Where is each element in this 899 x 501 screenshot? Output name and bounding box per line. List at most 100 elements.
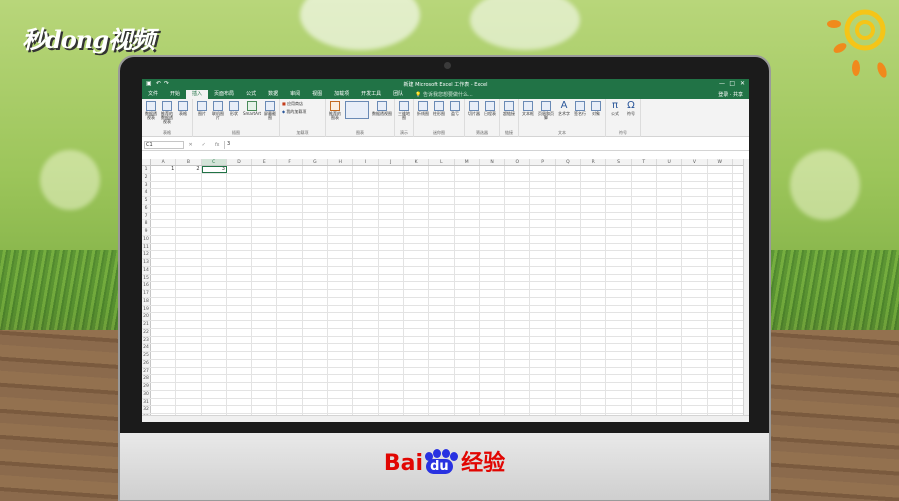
cell-u10[interactable] bbox=[657, 235, 683, 243]
cell-s27[interactable] bbox=[606, 367, 632, 375]
column-header[interactable]: U bbox=[657, 159, 683, 165]
cell-t23[interactable] bbox=[632, 336, 657, 344]
cell-t25[interactable] bbox=[632, 352, 657, 359]
cell-k1[interactable] bbox=[404, 166, 430, 173]
cell-v9[interactable] bbox=[682, 228, 708, 235]
cell-p26[interactable] bbox=[530, 359, 556, 367]
cell-t27[interactable] bbox=[632, 367, 657, 375]
cell-n9[interactable] bbox=[480, 228, 506, 235]
cell-k26[interactable] bbox=[404, 359, 430, 367]
row-header[interactable]: 6 bbox=[142, 204, 151, 212]
cell-v8[interactable] bbox=[682, 220, 708, 227]
cell-a25[interactable] bbox=[151, 352, 177, 359]
cell-s6[interactable] bbox=[606, 204, 632, 212]
sheet-tabs-bar[interactable] bbox=[142, 415, 749, 422]
cell-e18[interactable] bbox=[252, 297, 278, 305]
row-header[interactable]: 20 bbox=[142, 313, 151, 320]
cell-p9[interactable] bbox=[530, 228, 556, 235]
cell-o30[interactable] bbox=[505, 390, 531, 398]
cell-p7[interactable] bbox=[530, 212, 556, 220]
cell-c26[interactable] bbox=[202, 359, 227, 367]
cell-o11[interactable] bbox=[505, 243, 531, 251]
cell-w24[interactable] bbox=[708, 344, 733, 351]
column-header[interactable]: K bbox=[404, 159, 430, 165]
cell-o5[interactable] bbox=[505, 197, 531, 204]
cell-l9[interactable] bbox=[429, 228, 455, 235]
cell-g27[interactable] bbox=[303, 367, 329, 375]
column-header[interactable]: D bbox=[227, 159, 253, 165]
row-header[interactable]: 8 bbox=[142, 220, 151, 227]
cell-a1[interactable]: 1 bbox=[151, 166, 177, 173]
cell-v23[interactable] bbox=[682, 336, 708, 344]
cell-d19[interactable] bbox=[227, 305, 253, 313]
cell-o19[interactable] bbox=[505, 305, 531, 313]
cell-w17[interactable] bbox=[708, 290, 733, 297]
cell-e14[interactable] bbox=[252, 266, 278, 274]
row-header[interactable]: 27 bbox=[142, 367, 151, 375]
cell-h21[interactable] bbox=[328, 321, 354, 328]
cell-t20[interactable] bbox=[632, 313, 657, 320]
cell-a27[interactable] bbox=[151, 367, 177, 375]
cell-c22[interactable] bbox=[202, 328, 227, 336]
cell-f10[interactable] bbox=[277, 235, 303, 243]
cell-n1[interactable] bbox=[480, 166, 506, 173]
cell-c31[interactable] bbox=[202, 398, 227, 406]
cell-d21[interactable] bbox=[227, 321, 253, 328]
cell-n15[interactable] bbox=[480, 274, 506, 282]
cell-k22[interactable] bbox=[404, 328, 430, 336]
cell-q22[interactable] bbox=[556, 328, 582, 336]
cell-f1[interactable] bbox=[277, 166, 303, 173]
cell-w12[interactable] bbox=[708, 251, 733, 258]
cell-v19[interactable] bbox=[682, 305, 708, 313]
cell-m8[interactable] bbox=[455, 220, 480, 227]
cell-s13[interactable] bbox=[606, 259, 632, 266]
cell-j20[interactable] bbox=[379, 313, 404, 320]
cell-s14[interactable] bbox=[606, 266, 632, 274]
row-header[interactable]: 29 bbox=[142, 383, 151, 390]
cell-s3[interactable] bbox=[606, 181, 632, 189]
cell-w19[interactable] bbox=[708, 305, 733, 313]
cell-g15[interactable] bbox=[303, 274, 329, 282]
cell-e1[interactable] bbox=[252, 166, 278, 173]
cell-d15[interactable] bbox=[227, 274, 253, 282]
cell-r16[interactable] bbox=[581, 282, 607, 289]
cell-q4[interactable] bbox=[556, 189, 582, 196]
cell-m24[interactable] bbox=[455, 344, 480, 351]
cell-h7[interactable] bbox=[328, 212, 354, 220]
cell-b29[interactable] bbox=[176, 383, 202, 390]
cell-k17[interactable] bbox=[404, 290, 430, 297]
cell-l28[interactable] bbox=[429, 375, 455, 382]
cell-h13[interactable] bbox=[328, 259, 354, 266]
column-header[interactable]: C bbox=[201, 159, 227, 165]
cell-g17[interactable] bbox=[303, 290, 329, 297]
cell-p23[interactable] bbox=[530, 336, 556, 344]
cell-q32[interactable] bbox=[556, 406, 582, 413]
cell-l21[interactable] bbox=[429, 321, 455, 328]
cell-c25[interactable] bbox=[202, 352, 227, 359]
cell-e23[interactable] bbox=[252, 336, 278, 344]
cell-d10[interactable] bbox=[227, 235, 253, 243]
cell-d11[interactable] bbox=[227, 243, 253, 251]
cell-u18[interactable] bbox=[657, 297, 683, 305]
cell-c16[interactable] bbox=[202, 282, 227, 289]
cell-u15[interactable] bbox=[657, 274, 683, 282]
cell-f11[interactable] bbox=[277, 243, 303, 251]
cell-v25[interactable] bbox=[682, 352, 708, 359]
tab-review[interactable]: 审阅 bbox=[284, 90, 306, 99]
column-header[interactable]: M bbox=[455, 159, 480, 165]
cell-g10[interactable] bbox=[303, 235, 329, 243]
tab-data[interactable]: 数据 bbox=[262, 90, 284, 99]
cell-p1[interactable] bbox=[530, 166, 556, 173]
cell-f9[interactable] bbox=[277, 228, 303, 235]
cell-b15[interactable] bbox=[176, 274, 202, 282]
cell-k15[interactable] bbox=[404, 274, 430, 282]
cell-i4[interactable] bbox=[353, 189, 379, 196]
cell-c9[interactable] bbox=[202, 228, 227, 235]
cell-e20[interactable] bbox=[252, 313, 278, 320]
cell-n26[interactable] bbox=[480, 359, 506, 367]
cell-a14[interactable] bbox=[151, 266, 177, 274]
cell-p19[interactable] bbox=[530, 305, 556, 313]
cell-n4[interactable] bbox=[480, 189, 506, 196]
cell-i20[interactable] bbox=[353, 313, 379, 320]
cell-v18[interactable] bbox=[682, 297, 708, 305]
